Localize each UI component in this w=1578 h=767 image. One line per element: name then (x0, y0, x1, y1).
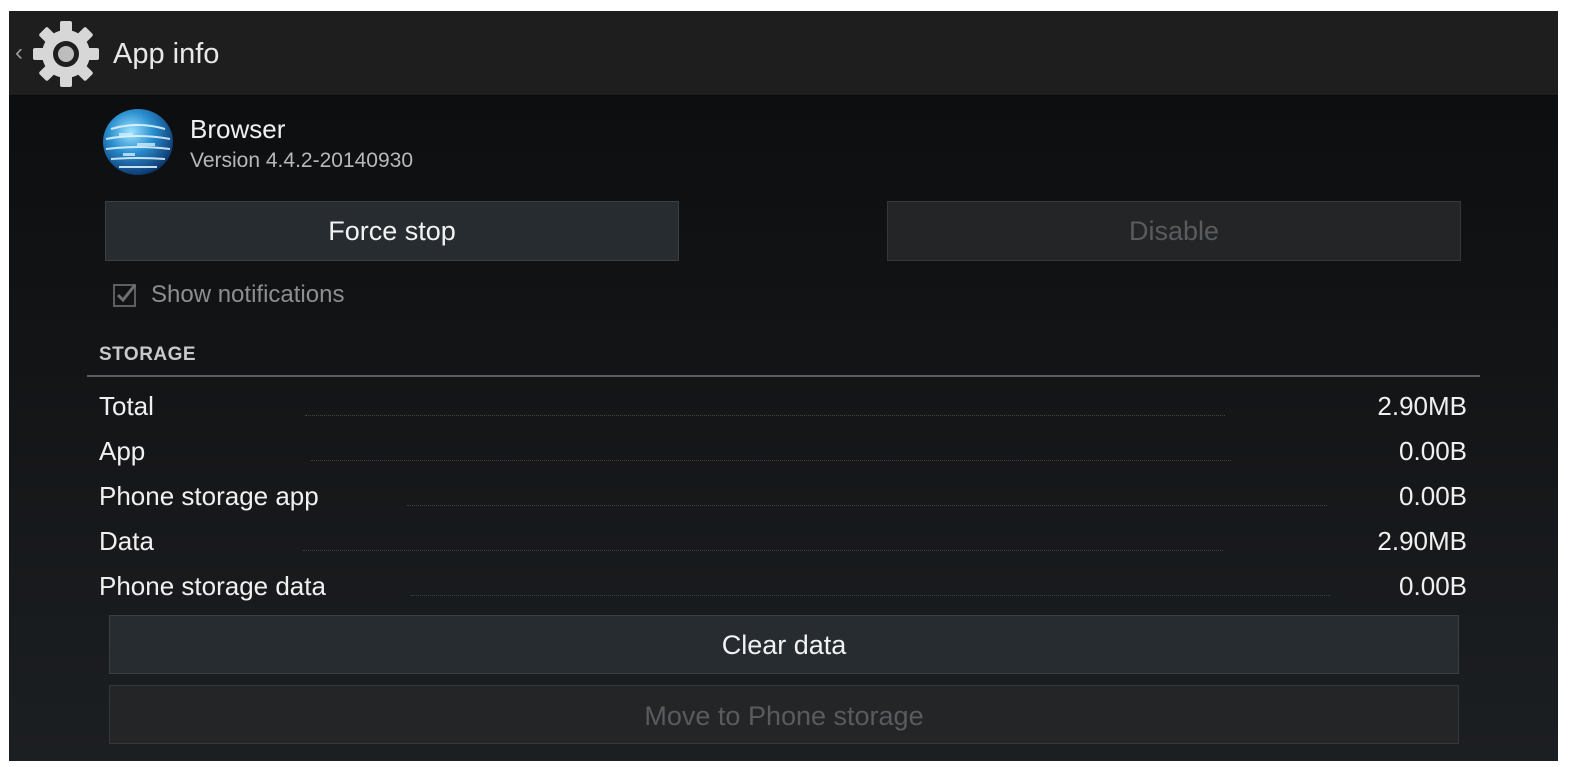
show-notifications-label[interactable]: Show notifications (151, 280, 344, 310)
show-notifications-checkbox[interactable] (113, 283, 137, 307)
dotted-leader (305, 415, 1225, 416)
clear-data-button[interactable]: Clear data (109, 615, 1459, 674)
storage-row-total: Total 2.90MB (99, 388, 1467, 424)
dotted-leader (411, 595, 1331, 596)
gear-icon[interactable] (31, 20, 101, 88)
storage-section-header: STORAGE (99, 344, 197, 365)
force-stop-button[interactable]: Force stop (105, 201, 679, 261)
storage-row-label: Data (99, 526, 154, 556)
app-name: Browser (190, 114, 286, 144)
storage-row-value: 0.00B (1399, 436, 1467, 466)
back-chevron-icon[interactable]: ‹ (15, 41, 23, 65)
app-version: Version 4.4.2-20140930 (190, 149, 414, 172)
dotted-leader (303, 550, 1223, 551)
storage-row-app: App 0.00B (99, 433, 1467, 469)
page-title: App info (113, 38, 220, 70)
app-info-screen: ‹ App info Browser Version 4.4.2-2014093… (9, 11, 1558, 761)
storage-row-phone-storage-data: Phone storage data 0.00B (99, 568, 1467, 604)
storage-row-value: 2.90MB (1377, 526, 1467, 556)
move-to-phone-storage-button[interactable]: Move to Phone storage (109, 685, 1459, 744)
storage-row-value: 2.90MB (1377, 391, 1467, 421)
storage-row-label: Phone storage app (99, 481, 319, 511)
storage-row-label: App (99, 436, 146, 466)
storage-row-value: 0.00B (1399, 481, 1467, 511)
storage-row-phone-storage-app: Phone storage app 0.00B (99, 478, 1467, 514)
action-bar: ‹ App info (9, 11, 1558, 96)
dotted-leader (311, 460, 1231, 461)
storage-row-label: Phone storage data (99, 571, 326, 601)
dotted-leader (407, 505, 1327, 506)
storage-divider (87, 375, 1480, 377)
disable-button[interactable]: Disable (887, 201, 1461, 261)
storage-row-data: Data 2.90MB (99, 523, 1467, 559)
storage-row-value: 0.00B (1399, 571, 1467, 601)
globe-icon (103, 109, 173, 175)
storage-row-label: Total (99, 391, 154, 421)
